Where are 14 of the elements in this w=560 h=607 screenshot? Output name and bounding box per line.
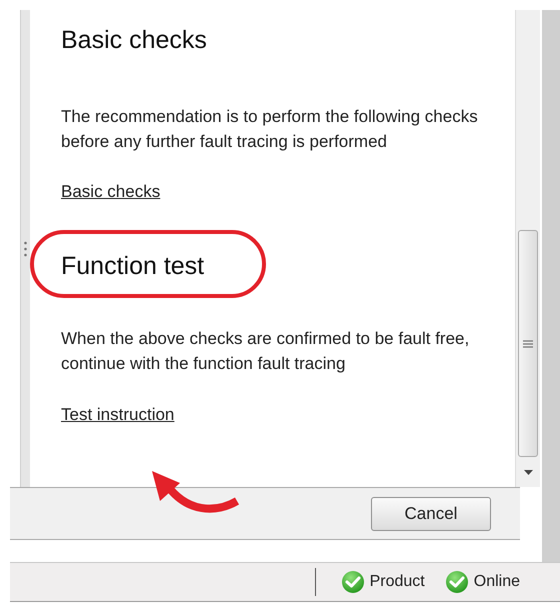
status-label: Online xyxy=(474,573,520,591)
section-text: The recommendation is to perform the following checks before any further fault tracing is performed xyxy=(61,106,479,153)
instruction-link[interactable]: Test instruction xyxy=(61,402,174,427)
scroll-thumb[interactable] xyxy=(518,230,538,457)
section-heading: Function test xyxy=(61,251,204,281)
status-label: Product xyxy=(370,573,425,591)
down-arrow-icon[interactable] xyxy=(524,470,532,474)
scrollbar[interactable] xyxy=(515,10,540,487)
cancel-button[interactable]: Cancel xyxy=(371,496,491,530)
section-text: When the above checks are confirmed to be fault free, continue with the function fault tracing xyxy=(61,328,470,375)
instruction-link[interactable]: Basic checks xyxy=(61,179,160,204)
grip-icon[interactable] xyxy=(24,240,27,256)
section-heading: Basic checks xyxy=(61,25,207,55)
grip-icon xyxy=(523,340,533,348)
